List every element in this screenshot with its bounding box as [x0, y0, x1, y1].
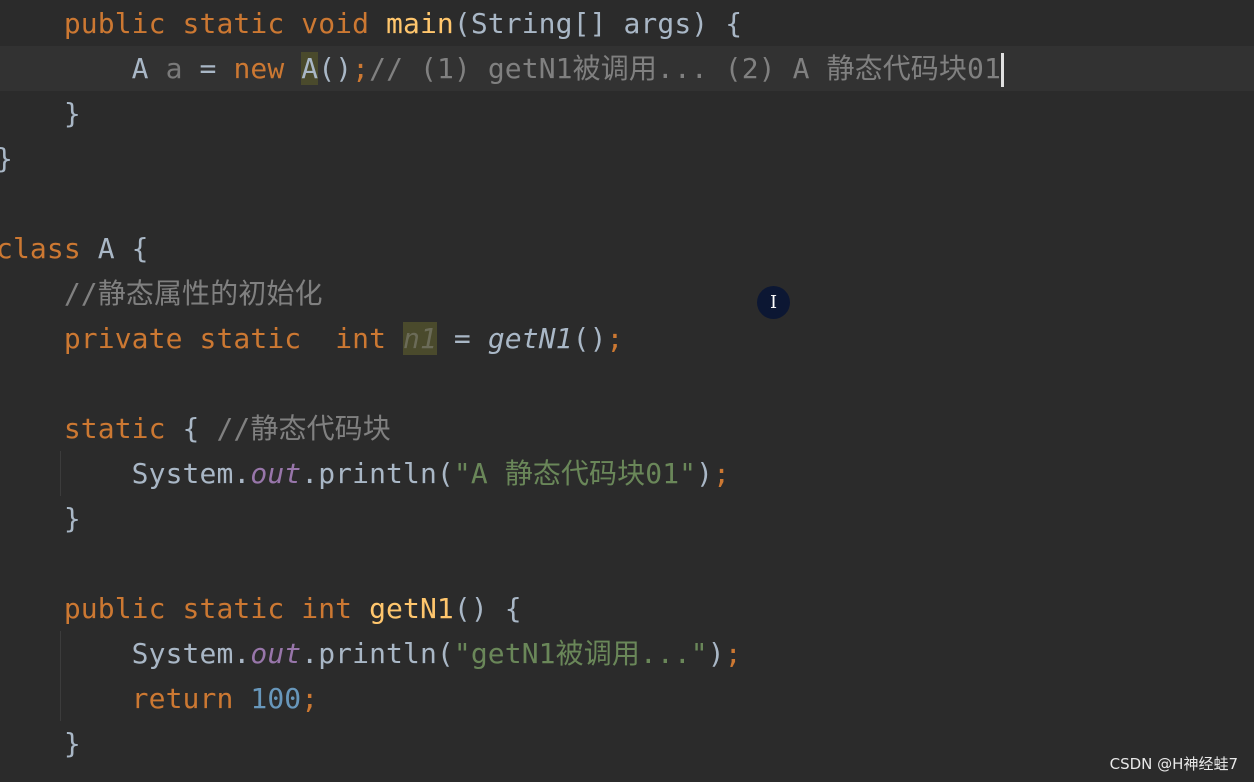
code-text: }: [0, 136, 13, 181]
code-token: "getN1被调用...": [453, 637, 708, 670]
code-token: ;: [606, 322, 624, 355]
code-text: static { //静态代码块: [0, 406, 391, 451]
code-editor[interactable]: public static void main(String[] args) {…: [0, 0, 1254, 782]
code-text: }: [0, 91, 81, 136]
code-token: ;: [301, 682, 319, 715]
code-token: //静态属性的初始化: [63, 277, 323, 310]
code-text: //静态属性的初始化: [0, 271, 323, 316]
code-token: A {: [97, 232, 149, 265]
code-line[interactable]: public static int getN1() {: [0, 586, 1254, 631]
code-token: new: [233, 52, 302, 85]
code-line[interactable]: //静态属性的初始化: [0, 271, 1254, 316]
code-token: }: [0, 142, 13, 175]
code-token: getN1: [369, 592, 454, 625]
code-line[interactable]: }: [0, 136, 1254, 181]
code-token: a: [165, 52, 183, 85]
code-token: getN1: [487, 322, 573, 355]
code-token: ;: [713, 457, 731, 490]
code-line[interactable]: static { //静态代码块: [0, 406, 1254, 451]
code-token: n1: [403, 322, 437, 355]
code-token: public: [63, 592, 183, 625]
code-token: (): [572, 322, 607, 355]
code-token: A: [301, 52, 319, 85]
code-token: 100: [250, 682, 302, 715]
code-line[interactable]: System.out.println("getN1被调用...");: [0, 631, 1254, 676]
code-text: }: [0, 721, 81, 766]
code-token: "A 静态代码块01": [453, 457, 697, 490]
code-token: ;: [724, 637, 742, 670]
code-text: System.out.println("getN1被调用...");: [0, 631, 742, 676]
code-token: static: [182, 592, 302, 625]
code-token: }: [0, 97, 81, 130]
code-token: System.: [0, 457, 251, 490]
code-token: private: [63, 322, 200, 355]
code-line[interactable]: A a = new A();// (1) getN1被调用... (2) A 静…: [0, 46, 1254, 91]
code-token: out: [250, 457, 302, 490]
code-text: public static int getN1() {: [0, 586, 522, 631]
watermark: CSDN @H神经蛙7: [1109, 755, 1238, 773]
code-token: out: [250, 637, 302, 670]
code-line[interactable]: System.out.println("A 静态代码块01");: [0, 451, 1254, 496]
code-token: main: [386, 7, 454, 40]
code-token: ;: [352, 52, 370, 85]
code-token: // (1) getN1被调用... (2) A 静态代码块01: [369, 52, 1001, 85]
code-line[interactable]: return 100;: [0, 676, 1254, 721]
code-token: public: [63, 7, 183, 40]
code-line[interactable]: [0, 541, 1254, 586]
code-text: public static void main(String[] args) {: [0, 1, 742, 46]
code-token: static: [199, 322, 336, 355]
code-token: (): [318, 52, 353, 85]
code-text: return 100;: [0, 676, 318, 721]
code-text: A a = new A();// (1) getN1被调用... (2) A 静…: [0, 46, 1004, 91]
code-line[interactable]: }: [0, 496, 1254, 541]
code-token: static: [63, 412, 183, 445]
code-token: ): [707, 637, 725, 670]
code-token: }: [0, 727, 81, 760]
code-token: .println(: [301, 637, 454, 670]
code-line[interactable]: public static void main(String[] args) {: [0, 1, 1254, 46]
code-text: private static int n1 = getN1();: [0, 316, 624, 361]
text-cursor-icon: I: [757, 286, 790, 319]
code-token: class: [0, 232, 98, 265]
code-line[interactable]: }: [0, 721, 1254, 766]
code-line[interactable]: [0, 181, 1254, 226]
code-text: }: [0, 496, 81, 541]
code-text: class A {: [0, 226, 149, 271]
code-line[interactable]: private static int n1 = getN1();: [0, 316, 1254, 361]
code-token: static: [182, 7, 302, 40]
code-token: () {: [453, 592, 522, 625]
code-token: A: [131, 52, 166, 85]
code-line[interactable]: }: [0, 91, 1254, 136]
code-token: (String[] args) {: [453, 7, 743, 40]
code-token: void: [301, 7, 387, 40]
code-text: System.out.println("A 静态代码块01");: [0, 451, 730, 496]
code-token: System.: [0, 637, 251, 670]
code-token: =: [182, 52, 234, 85]
code-token: //静态代码块: [216, 412, 391, 445]
code-token: .println(: [301, 457, 454, 490]
code-token: int: [301, 592, 370, 625]
code-token: {: [182, 412, 217, 445]
code-token: int: [335, 322, 404, 355]
code-line[interactable]: [0, 361, 1254, 406]
text-caret: [1000, 53, 1004, 87]
code-token: return: [131, 682, 251, 715]
code-token: =: [436, 322, 488, 355]
code-line[interactable]: class A {: [0, 226, 1254, 271]
code-token: ): [696, 457, 714, 490]
code-token: }: [0, 502, 81, 535]
